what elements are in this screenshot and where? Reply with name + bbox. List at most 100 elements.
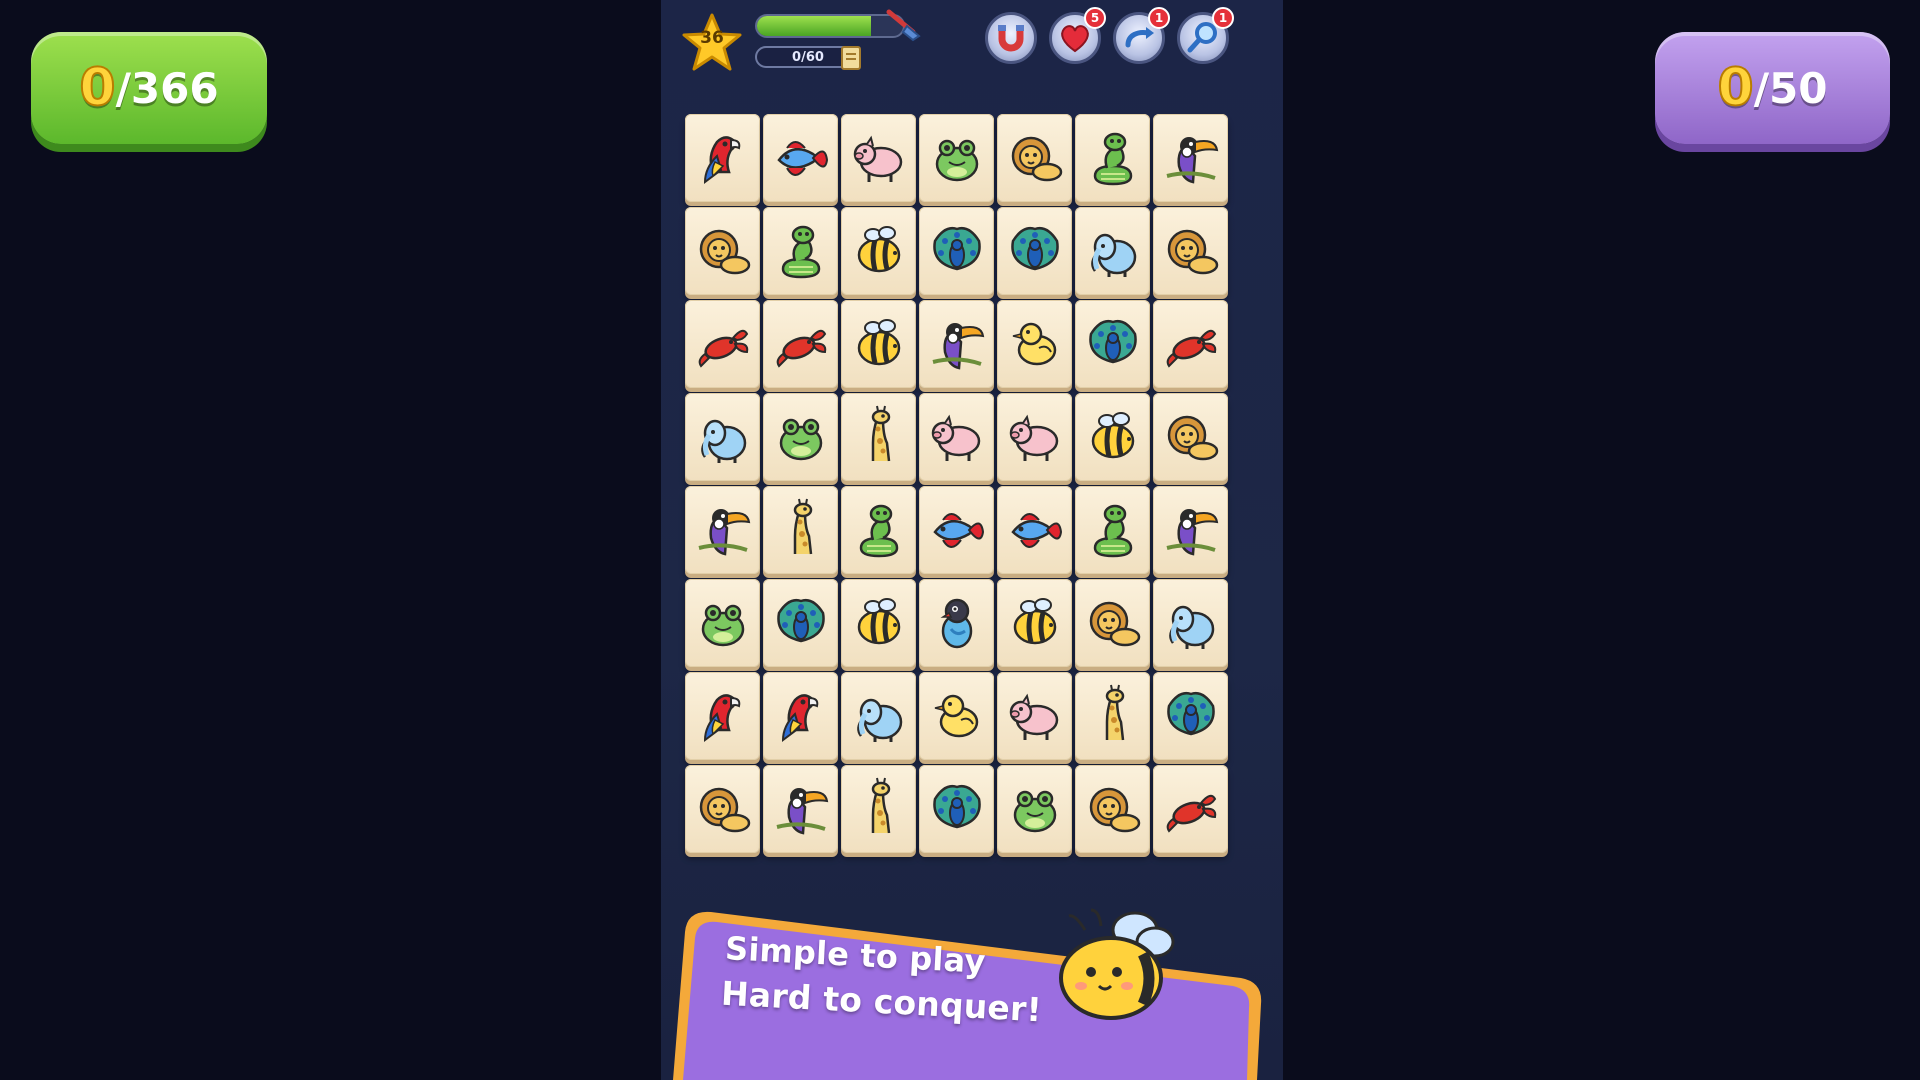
tile-lion[interactable] (685, 207, 760, 295)
tile-chick[interactable] (997, 300, 1072, 388)
tile-parrot[interactable] (685, 672, 760, 760)
tile-frog[interactable] (763, 393, 838, 481)
search-powerup-button[interactable]: 1 (1177, 7, 1234, 64)
lion-icon (1011, 136, 1062, 182)
lion-icon (699, 787, 750, 833)
lovebird-icon (940, 598, 972, 649)
scroll-icon (841, 46, 861, 70)
tile-elephant[interactable] (841, 672, 916, 760)
tile-bee[interactable] (841, 207, 916, 295)
tile-pig[interactable] (841, 114, 916, 202)
tile-parrot[interactable] (685, 114, 760, 202)
tile-bee[interactable] (841, 579, 916, 667)
tile-giraffe[interactable] (841, 393, 916, 481)
snake-icon (859, 504, 898, 558)
hint-powerup-button[interactable] (985, 12, 1037, 64)
tile-lobster[interactable] (685, 300, 760, 388)
tile-fish[interactable] (997, 486, 1072, 574)
tile-lovebird[interactable] (919, 579, 994, 667)
tile-peacock[interactable] (1153, 672, 1228, 760)
tile-snake[interactable] (1075, 486, 1150, 574)
tile-frog[interactable] (997, 765, 1072, 853)
chick-icon (1012, 322, 1056, 366)
toucan-icon (776, 788, 828, 835)
lion-icon (1089, 787, 1140, 833)
lion-icon (1167, 415, 1218, 461)
tile-lobster[interactable] (1153, 765, 1228, 853)
tile-toucan[interactable] (1153, 486, 1228, 574)
lion-icon (699, 229, 750, 275)
tile-toucan[interactable] (763, 765, 838, 853)
tile-peacock[interactable] (919, 765, 994, 853)
tile-lion[interactable] (1153, 207, 1228, 295)
tile-pig[interactable] (919, 393, 994, 481)
fish-icon (1010, 513, 1062, 548)
tile-elephant[interactable] (1075, 207, 1150, 295)
tile-elephant[interactable] (685, 393, 760, 481)
tile-fish[interactable] (763, 114, 838, 202)
tile-bee[interactable] (997, 579, 1072, 667)
tile-lion[interactable] (997, 114, 1072, 202)
tile-pig[interactable] (997, 672, 1072, 760)
tile-lion[interactable] (1075, 579, 1150, 667)
game-hud: 36 0/60 5 1 1 (661, 0, 1283, 90)
tile-toucan[interactable] (919, 300, 994, 388)
promo-banner: Simple to play Hard to conquer! (661, 900, 1283, 1080)
tile-chick[interactable] (919, 672, 994, 760)
tile-parrot[interactable] (763, 672, 838, 760)
toucan-icon (1166, 509, 1218, 556)
tile-lion[interactable] (1153, 393, 1228, 481)
score-counter: 0 /366 (31, 32, 267, 144)
tile-peacock[interactable] (1075, 300, 1150, 388)
tile-elephant[interactable] (1153, 579, 1228, 667)
lobster-icon (698, 329, 748, 368)
tile-lobster[interactable] (763, 300, 838, 388)
tile-snake[interactable] (841, 486, 916, 574)
snake-icon (1093, 132, 1132, 186)
tile-giraffe[interactable] (841, 765, 916, 853)
tile-bee[interactable] (841, 300, 916, 388)
tile-pig[interactable] (997, 393, 1072, 481)
score-total: /366 (115, 63, 219, 113)
parrot-icon (781, 694, 818, 743)
elephant-icon (1090, 233, 1136, 277)
tile-snake[interactable] (763, 207, 838, 295)
tile-lobster[interactable] (1153, 300, 1228, 388)
goal-current: 0 (1716, 57, 1754, 119)
broom-icon (886, 9, 921, 42)
tile-lion[interactable] (685, 765, 760, 853)
tile-frog[interactable] (919, 114, 994, 202)
tile-peacock[interactable] (763, 579, 838, 667)
tile-giraffe[interactable] (1075, 672, 1150, 760)
tile-toucan[interactable] (1153, 114, 1228, 202)
peacock-icon (776, 599, 825, 643)
pig-icon (931, 414, 980, 461)
tile-fish[interactable] (919, 486, 994, 574)
elephant-icon (856, 698, 902, 742)
tile-snake[interactable] (1075, 114, 1150, 202)
tile-giraffe[interactable] (763, 486, 838, 574)
tile-board (685, 114, 1230, 855)
game-screen: 36 0/60 5 1 1 Simple to play Hard to con… (661, 0, 1283, 1080)
snake-icon (781, 225, 820, 279)
giraffe-icon (1105, 684, 1124, 741)
pig-icon (1009, 414, 1058, 461)
tile-bee[interactable] (1075, 393, 1150, 481)
goal-counter: 0 /50 (1655, 32, 1890, 144)
tile-frog[interactable] (685, 579, 760, 667)
tile-peacock[interactable] (919, 207, 994, 295)
frog-icon (935, 139, 978, 182)
toucan-icon (932, 323, 984, 370)
life-powerup-button[interactable]: 5 (1049, 7, 1106, 64)
frog-icon (1013, 790, 1056, 833)
frog-icon (701, 604, 744, 647)
shuffle-powerup-button[interactable]: 1 (1113, 7, 1170, 64)
bee-icon (857, 226, 900, 273)
giraffe-icon (871, 777, 890, 834)
pig-icon (1009, 693, 1058, 740)
peacock-icon (1010, 227, 1059, 271)
bee-icon (857, 598, 900, 645)
tile-lion[interactable] (1075, 765, 1150, 853)
tile-toucan[interactable] (685, 486, 760, 574)
tile-peacock[interactable] (997, 207, 1072, 295)
